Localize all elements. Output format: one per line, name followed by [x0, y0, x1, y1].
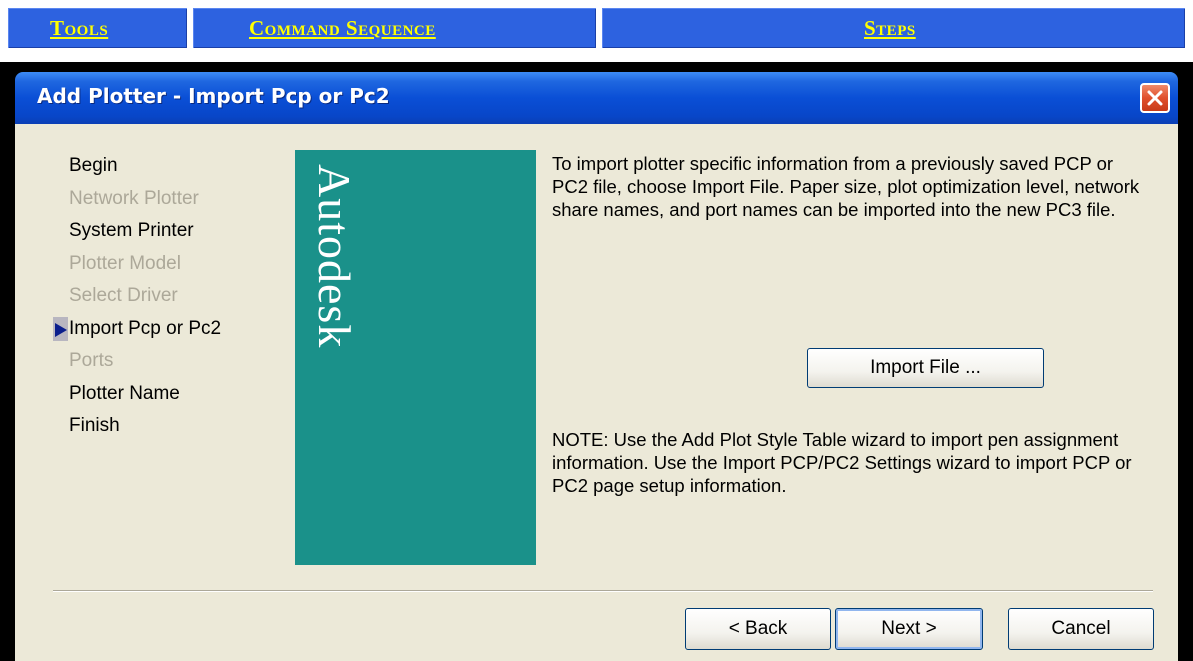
dialog-titlebar: Add Plotter - Import Pcp or Pc2 — [15, 72, 1178, 124]
step-network-plotter: Network Plotter — [15, 183, 275, 216]
dialog-window: Add Plotter - Import Pcp or Pc2 Begin Ne… — [0, 62, 1193, 661]
import-note: NOTE: Use the Add Plot Style Table wizar… — [552, 429, 1132, 496]
step-label: Import Pcp or Pc2 — [69, 317, 222, 339]
step-begin: Begin — [15, 150, 275, 183]
step-plotter-model: Plotter Model — [15, 248, 275, 281]
top-navigation: Tools Command Sequence Steps — [0, 0, 1193, 62]
dialog-client-area: Begin Network Plotter System Printer Plo… — [15, 124, 1178, 661]
button-divider — [53, 590, 1153, 592]
close-button[interactable] — [1140, 83, 1170, 113]
close-icon — [1147, 90, 1163, 106]
step-label: Plotter Name — [69, 382, 180, 404]
import-description: To import plotter specific information f… — [552, 153, 1140, 220]
command-sequence-link[interactable]: Command Sequence — [249, 16, 436, 41]
step-label: System Printer — [69, 220, 194, 241]
cancel-button[interactable]: Cancel — [1008, 608, 1154, 650]
next-button[interactable]: Next > — [835, 608, 983, 650]
nav-cell-steps: Steps — [602, 8, 1185, 48]
step-label: Plotter Model — [69, 252, 181, 274]
step-import-pcp-or-pc2: Import Pcp or Pc2 — [15, 313, 275, 346]
current-step-arrow-icon — [55, 322, 67, 337]
back-button[interactable]: < Back — [685, 608, 831, 650]
nav-cell-command-sequence: Command Sequence — [193, 8, 596, 48]
autodesk-banner: Autodesk — [295, 150, 536, 565]
step-label: Network Plotter — [69, 187, 199, 209]
tools-link[interactable]: Tools — [50, 16, 108, 41]
dialog-title: Add Plotter - Import Pcp or Pc2 — [37, 84, 390, 108]
step-select-driver: Select Driver — [15, 280, 275, 313]
step-finish: Finish — [15, 410, 275, 443]
step-label: Finish — [69, 415, 120, 436]
step-label: Begin — [69, 155, 118, 176]
step-label: Ports — [69, 350, 114, 371]
wizard-step-list: Begin Network Plotter System Printer Plo… — [15, 150, 275, 443]
step-ports: Ports — [15, 345, 275, 378]
nav-cell-tools: Tools — [8, 8, 187, 48]
autodesk-logo: Autodesk — [309, 164, 360, 349]
step-system-printer: System Printer — [15, 215, 275, 248]
import-file-button[interactable]: Import File ... — [807, 348, 1044, 388]
steps-link[interactable]: Steps — [864, 16, 916, 41]
step-plotter-name: Plotter Name — [15, 378, 275, 411]
step-label: Select Driver — [69, 285, 178, 306]
